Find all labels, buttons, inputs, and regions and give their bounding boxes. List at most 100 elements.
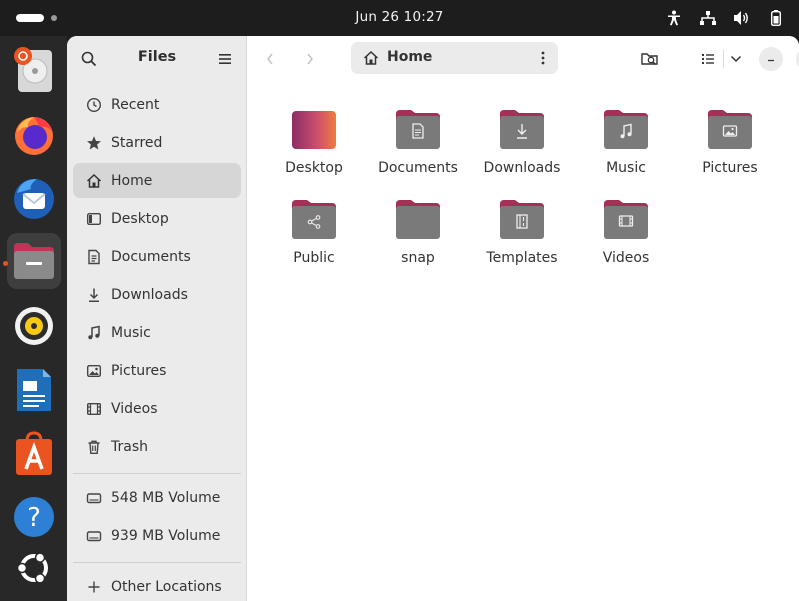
file-name: Public [293, 250, 335, 266]
chevron-right-icon [307, 53, 313, 65]
hamburger-icon [219, 54, 231, 64]
file-item-documents[interactable]: Documents [368, 108, 468, 192]
sidebar-item-label: Videos [111, 400, 158, 417]
path-label[interactable]: Home [387, 49, 432, 65]
sidebar-item-trash[interactable]: Trash [73, 429, 241, 464]
picture-icon [87, 364, 102, 377]
sidebar-item-desktop[interactable]: Desktop [73, 201, 241, 236]
top-bar: Jun 26 10:27 [0, 0, 799, 36]
sidebar: Files Recent Starred Home Desktop Docume… [67, 36, 247, 601]
chevron-down-icon [730, 55, 742, 63]
public-folder-icon [292, 200, 336, 239]
file-item-public[interactable]: Public [264, 198, 364, 282]
header-bar: Home [248, 36, 799, 82]
kebab-menu-icon [541, 51, 545, 65]
video-icon [87, 402, 102, 415]
running-indicator [3, 261, 8, 266]
sidebar-item-label: Pictures [111, 362, 167, 379]
file-item-videos[interactable]: Videos [576, 198, 676, 282]
path-bar[interactable]: Home [351, 42, 558, 74]
activities-indicator[interactable] [16, 14, 57, 22]
files-window: Files Recent Starred Home Desktop Docume… [67, 36, 799, 601]
list-view-icon [702, 54, 714, 64]
file-name: Videos [602, 250, 650, 266]
files-icon [14, 243, 54, 279]
view-list-button[interactable] [696, 47, 720, 71]
sidebar-item-home[interactable]: Home [73, 163, 241, 198]
file-item-music[interactable]: Music [576, 108, 676, 192]
file-name: Pictures [702, 160, 758, 176]
path-menu-button[interactable] [533, 46, 553, 70]
dock-item-rhythmbox[interactable] [7, 298, 61, 354]
music-icon [88, 325, 100, 339]
dock-item-files[interactable] [7, 233, 61, 289]
search-button[interactable] [77, 47, 101, 71]
file-name: Desktop [285, 160, 343, 176]
file-name: Downloads [483, 160, 561, 176]
file-item-downloads[interactable]: Downloads [472, 108, 572, 192]
sidebar-header: Files [67, 36, 247, 82]
sidebar-item-documents[interactable]: Documents [73, 239, 241, 274]
sidebar-item-starred[interactable]: Starred [73, 125, 241, 160]
dock-item-show-apps[interactable] [7, 540, 61, 596]
sidebar-item-label: 548 MB Volume [111, 489, 221, 506]
ubuntu-logo-icon [16, 552, 48, 584]
network-icon[interactable] [699, 8, 717, 28]
sidebar-item-recent[interactable]: Recent [73, 87, 241, 122]
sidebar-item-label: Desktop [111, 210, 169, 227]
file-grid: Desktop Documents Downloads Music Pictur… [248, 82, 799, 601]
file-item-snap[interactable]: snap [368, 198, 468, 282]
sidebar-separator [73, 562, 241, 563]
search-icon [81, 51, 97, 67]
dock-item-help[interactable]: ? [7, 489, 61, 545]
view-options-button[interactable] [726, 47, 746, 71]
sidebar-item-label: Documents [111, 248, 191, 265]
volume-icon[interactable] [733, 8, 751, 28]
plus-icon [88, 581, 100, 592]
dock-item-thunderbird[interactable] [7, 170, 61, 226]
search-in-folder-button[interactable] [638, 47, 662, 71]
forward-button[interactable] [298, 47, 322, 71]
sidebar-separator [73, 473, 241, 474]
minimize-icon [768, 59, 774, 62]
file-name: snap [401, 250, 435, 266]
sidebar-item-volume-939[interactable]: 939 MB Volume [73, 518, 241, 553]
sidebar-item-downloads[interactable]: Downloads [73, 277, 241, 312]
dock-item-installer[interactable] [7, 42, 61, 98]
file-name: Documents [378, 160, 458, 176]
accessibility-icon[interactable] [665, 8, 683, 28]
music-folder-icon [604, 110, 648, 149]
rhythmbox-icon [15, 307, 53, 345]
downloads-folder-icon [500, 110, 544, 149]
sidebar-item-label: Other Locations [111, 578, 222, 595]
sidebar-item-volume-548[interactable]: 548 MB Volume [73, 480, 241, 515]
file-item-templates[interactable]: Templates [472, 198, 572, 282]
sidebar-item-pictures[interactable]: Pictures [73, 353, 241, 388]
download-icon [89, 288, 99, 302]
file-name: Templates [486, 250, 558, 266]
back-button[interactable] [258, 47, 282, 71]
file-item-pictures[interactable]: Pictures [680, 108, 780, 192]
videos-folder-icon [604, 200, 648, 239]
clock[interactable]: Jun 26 10:27 [355, 9, 443, 25]
file-item-desktop[interactable]: Desktop [264, 108, 364, 192]
sidebar-item-label: 939 MB Volume [111, 527, 221, 544]
dock-item-app-center[interactable] [7, 426, 61, 482]
sidebar-item-music[interactable]: Music [73, 315, 241, 350]
sidebar-item-other-locations[interactable]: Other Locations [73, 569, 241, 601]
clock-icon [86, 97, 102, 112]
main-menu-button[interactable] [213, 47, 237, 71]
sidebar-item-label: Downloads [111, 286, 188, 303]
writer-icon [17, 369, 51, 411]
home-icon [86, 173, 102, 188]
drive-icon [86, 530, 102, 541]
minimize-button[interactable] [759, 47, 783, 71]
system-tray[interactable] [665, 8, 785, 28]
dock-item-firefox[interactable] [7, 107, 61, 163]
sidebar-item-label: Recent [111, 96, 160, 113]
thunderbird-icon [14, 179, 54, 219]
sidebar-item-videos[interactable]: Videos [73, 391, 241, 426]
dock-item-writer[interactable] [7, 362, 61, 418]
battery-icon[interactable] [767, 8, 785, 28]
home-icon [363, 50, 379, 65]
